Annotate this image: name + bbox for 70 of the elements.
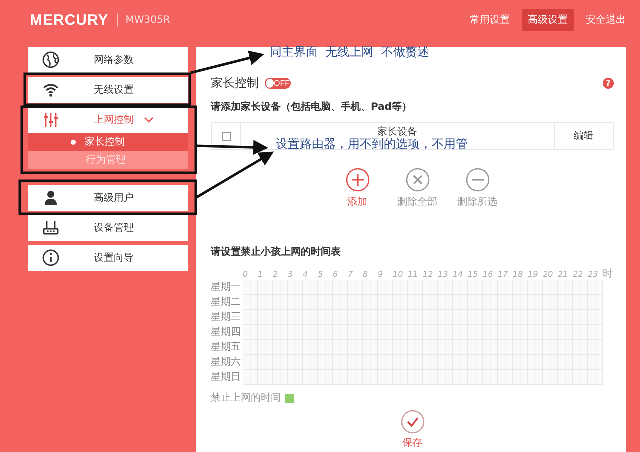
hour-label: 14 [453,270,464,280]
globe-icon [42,51,60,69]
help-icon[interactable]: ? [603,78,614,88]
hour-label: 1 [258,270,264,280]
hour-label: 17 [498,270,510,280]
save-button[interactable]: 保存 [400,410,424,450]
minus-icon [466,168,490,192]
hour-label: 15 [468,270,480,280]
menu-item[interactable]: 设置向导 [28,245,188,271]
checkbox[interactable] [222,132,230,140]
nav-tab[interactable]: 高级设置 [522,9,574,31]
day-label: 星期一 [211,280,242,295]
hour-label: 7 [348,270,354,280]
hour-label: 9 [378,270,384,280]
hour-label: 3 [288,270,294,280]
hour-label: 23 [588,270,600,280]
menu-item[interactable]: 上网控制 [28,107,188,133]
day-label: 星期三 [211,310,242,325]
hour-label: 0 [243,270,250,280]
router-icon [42,219,60,237]
plus-icon [346,168,370,192]
check-icon [400,410,424,434]
hour-label: 5 [318,270,324,280]
legend-label: 禁止上网的时间 [211,392,281,405]
sliders-icon [42,111,60,129]
section-title: 家长控制 [211,74,259,92]
hour-label: 22 [573,270,584,280]
hour-label: 8 [363,270,370,280]
submenu-item[interactable]: 家长控制 [28,133,188,151]
day-label: 星期日 [211,370,242,385]
action-button[interactable]: 添加 [334,168,380,209]
hour-label: 11 [408,270,420,280]
info-icon [42,249,60,267]
menu-item[interactable]: 高级用户 [28,185,188,211]
menu-item[interactable]: 网络参数 [28,47,188,73]
hour-label: 2 [273,270,280,280]
action-button[interactable]: 删除所选 [454,168,500,209]
wifi-icon [42,81,60,99]
action-button[interactable]: 删除全部 [394,168,440,209]
day-label: 星期四 [211,326,242,340]
hour-label: 13 [438,270,450,280]
day-label: 星期二 [211,296,242,310]
hour-label: 20 [543,270,554,280]
legend-swatch [285,394,294,402]
hour-label: 16 [483,270,494,280]
column-header: 家长设备 [378,126,418,138]
column-header: 编辑 [574,130,594,143]
close-icon [406,168,430,192]
day-label: 星期五 [211,340,242,355]
person-icon [42,189,60,207]
menu-item[interactable]: 设备管理 [28,215,188,241]
hour-label: 4 [303,270,310,280]
nav-tab[interactable]: 常用设置 [464,9,516,31]
annotation-note: 设置路由器，用不到的选项，不用管 [276,136,468,153]
model-name: MW305R [126,14,170,26]
toggle-switch[interactable]: OFF [265,78,291,88]
hour-label: 18 [513,270,524,280]
day-label: 星期六 [211,356,242,370]
hint-text: 请添加家长设备（包括电脑、手机、Pad等） [211,100,413,114]
hour-label: 12 [423,270,434,280]
schedule-title: 请设置禁止小孩上网的时间表 [211,246,342,259]
hour-label: 19 [528,270,540,280]
hour-label: 时 [603,270,614,280]
hour-label: 10 [393,270,404,280]
brand-logo: MERCURY [30,12,109,28]
menu-item[interactable]: 无线设置 [28,77,188,103]
nav-tab[interactable]: 安全退出 [580,9,632,31]
hour-label: 6 [333,270,340,280]
hour-label: 21 [558,270,570,280]
annotation-note: 同主界面 无线上网 不做赘述 [270,44,430,61]
